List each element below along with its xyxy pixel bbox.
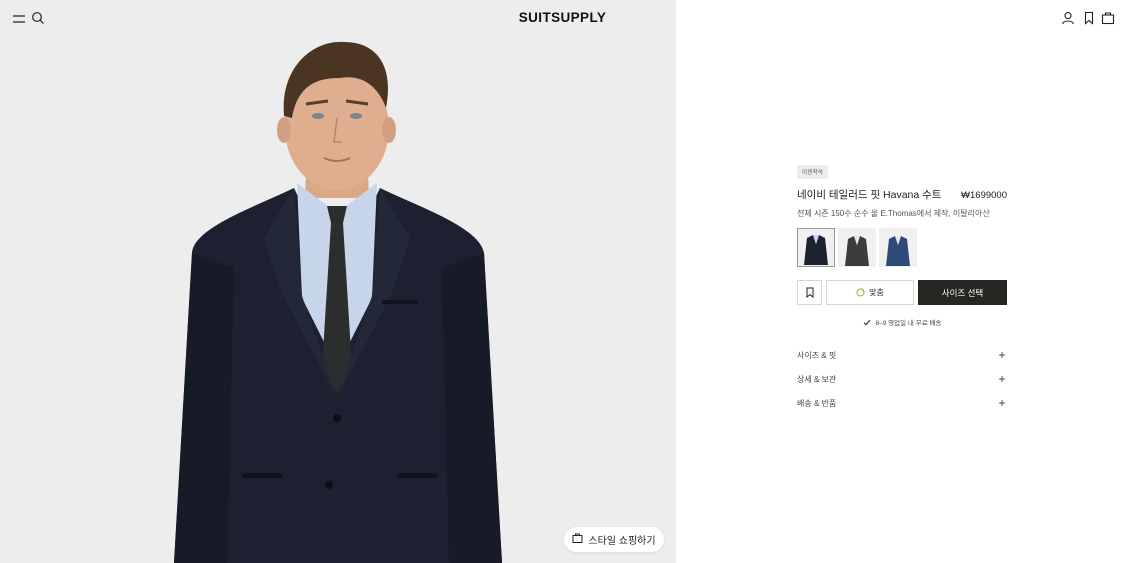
accordion-label: 배송 & 반품 <box>797 398 837 408</box>
swatch-dark-grey[interactable] <box>838 228 876 267</box>
title-row: 네이비 테일러드 핏 Havana 수트 ₩1699000 <box>797 187 1007 202</box>
shopping-bag-icon <box>572 533 583 546</box>
product-price: ₩1699000 <box>961 190 1007 201</box>
plus-icon: + <box>998 372 1006 386</box>
bookmark-icon[interactable] <box>1081 10 1097 26</box>
shipping-note-text: 8–9 영업일 내 무료 배송 <box>875 320 942 327</box>
brand-logo[interactable]: SUITSUPPLY <box>519 10 607 25</box>
product-info: 이젠착석 네이비 테일러드 핏 Havana 수트 ₩1699000 전체 시즌… <box>797 161 1007 415</box>
accordion-details-care[interactable]: 상세 & 보관 + <box>797 367 1007 391</box>
bag-icon[interactable] <box>1100 10 1116 26</box>
product-subtitle: 전체 시즌 150수 순수 울 E.Thomas에서 제작, 이탈리아산 <box>797 209 990 218</box>
bookmark-icon <box>806 287 813 298</box>
jacket-thumbnail-icon <box>804 235 828 265</box>
product-title: 네이비 테일러드 핏 Havana 수트 <box>797 189 942 201</box>
shop-the-style-button[interactable]: 스타일 쇼핑하기 <box>564 527 664 552</box>
accordion-label: 상세 & 보관 <box>797 374 837 384</box>
swatch-blue[interactable] <box>879 228 917 267</box>
jacket-thumbnail-icon <box>886 236 910 266</box>
jacket-thumbnail-icon <box>845 236 869 266</box>
accordion-size-fit[interactable]: 사이즈 & 핏 + <box>797 343 1007 367</box>
plus-icon: + <box>998 348 1006 362</box>
product-badge: 이젠착석 <box>797 165 829 179</box>
accordion-label: 사이즈 & 핏 <box>797 350 837 360</box>
product-accordion: 사이즈 & 핏 + 상세 & 보관 + 배송 & 반품 + <box>797 343 1007 415</box>
fit-circle-icon <box>856 288 865 297</box>
save-to-wishlist-button[interactable] <box>797 280 822 305</box>
search-icon[interactable] <box>30 10 46 26</box>
accordion-shipping-returns[interactable]: 배송 & 반품 + <box>797 391 1007 415</box>
fit-button-label: 맞춤 <box>869 288 884 297</box>
select-size-label: 사이즈 선택 <box>941 287 984 298</box>
shop-the-style-label: 스타일 쇼핑하기 <box>588 536 656 547</box>
user-icon[interactable] <box>1060 10 1076 26</box>
plus-icon: + <box>998 396 1006 410</box>
product-model-image <box>174 41 502 563</box>
hamburger-menu-icon[interactable] <box>11 11 27 27</box>
fit-button[interactable]: 맞춤 <box>826 280 914 305</box>
shipping-note: 8–9 영업일 내 무료 배송 <box>797 317 1007 327</box>
color-swatches <box>797 228 1007 267</box>
product-image-gallery: 스타일 쇼핑하기 <box>0 0 676 563</box>
action-row: 맞춤 사이즈 선택 <box>797 280 1007 305</box>
select-size-button[interactable]: 사이즈 선택 <box>918 280 1007 305</box>
swatch-navy[interactable] <box>797 228 835 267</box>
checkmark-icon <box>863 319 870 325</box>
